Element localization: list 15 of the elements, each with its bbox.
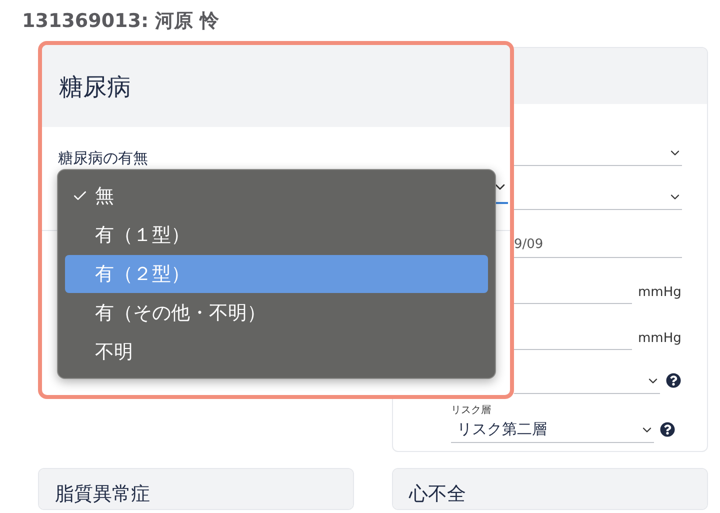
card-title: 心不全 xyxy=(393,469,707,509)
card-title: 脂質異常症 xyxy=(39,469,353,509)
card-title: 糖尿病 xyxy=(42,45,510,127)
field-label: 糖尿病の有無 xyxy=(57,148,149,168)
unit-label: mmHg xyxy=(638,331,682,348)
menu-item[interactable]: 無 xyxy=(65,177,488,216)
menu-item[interactable]: 有（１型） xyxy=(65,216,488,255)
menu-item[interactable]: 不明 xyxy=(65,332,488,371)
unit-label: mmHg xyxy=(638,285,682,302)
field-label: リスク層 xyxy=(451,405,491,416)
page-title: 131369013: 河原 怜 xyxy=(22,9,220,34)
help-icon[interactable] xyxy=(660,422,675,437)
select-field[interactable]: リスク第二層 xyxy=(451,417,654,443)
help-icon[interactable] xyxy=(666,373,681,388)
menu-item[interactable]: 有（その他・不明） xyxy=(65,293,488,332)
